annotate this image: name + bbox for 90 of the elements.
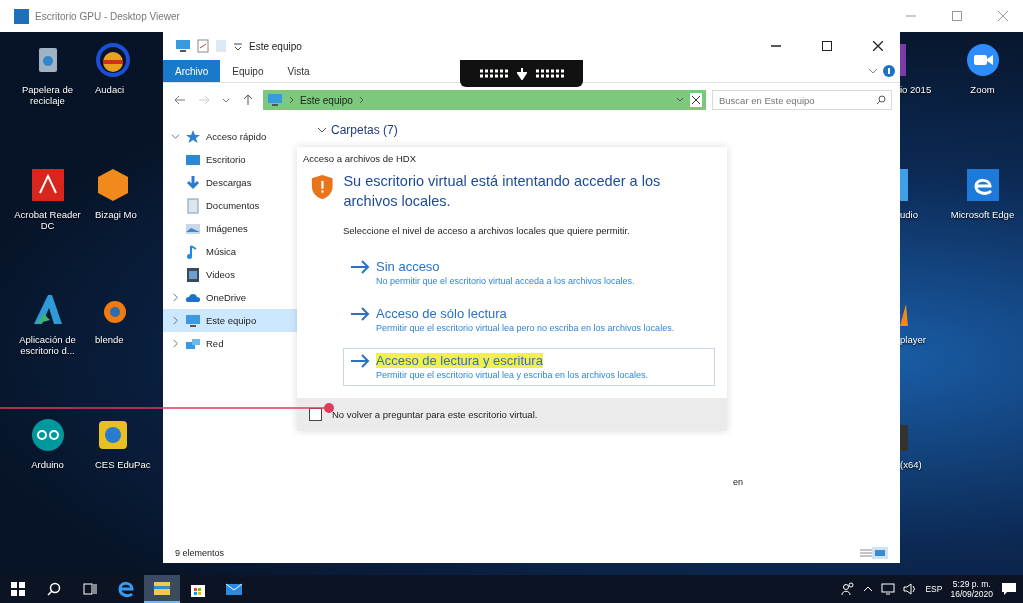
star-icon: [185, 128, 201, 145]
shortcut-label[interactable]: Acrobat Reader DC: [7, 209, 88, 232]
download-icon: [185, 174, 201, 191]
shield-icon: [311, 172, 334, 202]
shortcut-label[interactable]: CES EduPac: [95, 459, 151, 471]
speaker-icon[interactable]: [903, 583, 918, 595]
grip-icon[interactable]: [478, 68, 509, 79]
shortcut-label[interactable]: Arduino: [31, 459, 64, 471]
separator-chevron-icon[interactable]: [358, 96, 364, 104]
app-shortcut-icon: [900, 42, 906, 78]
shortcut-label[interactable]: Aplicación de escritorio d...: [7, 334, 88, 357]
group-header[interactable]: Carpetas (7): [331, 123, 398, 137]
arrow-right-icon: [350, 352, 370, 369]
pc-icon: [185, 312, 201, 329]
search-icon[interactable]: [47, 582, 61, 596]
shortcut-label[interactable]: Papelera de reciclaje: [7, 84, 88, 107]
arrow-right-icon: [350, 305, 370, 322]
chevron-icon[interactable]: [317, 125, 327, 135]
shortcut-label[interactable]: blende: [95, 334, 124, 346]
nav-item[interactable]: Este equipo: [163, 309, 297, 332]
maximize-icon[interactable]: [821, 41, 832, 51]
checkbox-label[interactable]: No volver a preguntar para este escritorio virtual.: [332, 409, 538, 421]
app-shortcut-icon: [29, 417, 66, 453]
ribbon-tab[interactable]: Vista: [275, 60, 322, 82]
nav-item[interactable]: Imágenes: [163, 217, 297, 240]
pc-icon: [267, 92, 283, 108]
chevron-icon[interactable]: [171, 293, 180, 302]
dialog-title: Acceso a archivos de HDX: [302, 152, 417, 166]
app-shortcut-icon: [95, 167, 131, 203]
dialog-prompt: Seleccione el nivel de acceso a archivos locales que quiere permitir.: [342, 224, 631, 239]
address-bar[interactable]: Este equipo: [263, 90, 706, 110]
shortcut-label[interactable]: io 2015: [900, 84, 932, 96]
nav-item[interactable]: Videos: [163, 263, 297, 286]
ribbon-tab[interactable]: Equipo: [220, 60, 276, 82]
nav-item[interactable]: Acceso rápido: [163, 125, 297, 148]
app-shortcut-icon: [964, 167, 1001, 203]
notification-icon[interactable]: [1001, 581, 1017, 597]
language-indicator[interactable]: ESP: [925, 584, 943, 594]
chevron-icon[interactable]: [171, 132, 180, 141]
chevron-icon[interactable]: [676, 96, 684, 104]
breadcrumb[interactable]: Este equipo: [300, 94, 353, 106]
remote-toolbar[interactable]: [460, 60, 583, 87]
dropdown-icon[interactable]: [233, 41, 243, 51]
nav-item[interactable]: Escritorio: [163, 148, 297, 171]
chevron-up-icon[interactable]: [863, 584, 874, 594]
item-label: en: [733, 477, 743, 487]
shortcut-label[interactable]: player: [900, 334, 926, 346]
nav-item[interactable]: Documentos: [163, 194, 297, 217]
app-logo-icon: [14, 8, 29, 24]
arrow-right-icon: [350, 259, 370, 276]
window-title: Este equipo: [249, 40, 303, 52]
shortcut-label[interactable]: udio: [900, 209, 918, 221]
nav-item[interactable]: OneDrive: [163, 286, 297, 309]
shortcut-label[interactable]: Zoom: [970, 84, 995, 96]
shortcut-label[interactable]: Audaci: [95, 84, 125, 96]
search-input[interactable]: Buscar en Este equipo: [712, 90, 892, 110]
close-icon[interactable]: [690, 93, 702, 107]
search-icon[interactable]: [876, 95, 886, 105]
document-icon: [185, 197, 201, 214]
app-shortcut-icon: [29, 167, 66, 203]
people-icon[interactable]: [841, 582, 856, 596]
nav-item[interactable]: Red: [163, 332, 297, 355]
access-option[interactable]: Acceso de lectura y escritura Permitir que el escritorio virtual lea y escriba en los archivos locales.: [343, 347, 715, 387]
dialog-heading: Su escritorio virtual está intentando acceder a los archivos locales.: [343, 172, 662, 211]
tiles-view-icon[interactable]: [872, 547, 888, 559]
nav-item[interactable]: Música: [163, 240, 297, 263]
status-text: 9 elementos: [175, 548, 226, 558]
access-option[interactable]: Sin acceso No permitir que el escritorio virtual acceda a los archivos locales.: [343, 254, 715, 293]
video-icon: [185, 266, 201, 283]
access-option[interactable]: Acceso de sólo lectura Permitir que el escritorio virtual lea pero no escriba en los archivos locales.: [343, 300, 715, 340]
clock[interactable]: 5:29 p. m. 16/09/2020: [950, 578, 993, 600]
shortcut-label[interactable]: (x64): [900, 459, 922, 471]
ribbon-tab[interactable]: Archivo: [163, 60, 221, 82]
shortcut-label[interactable]: Microsoft Edge: [950, 209, 1015, 221]
network-icon[interactable]: [881, 583, 896, 595]
window-title: Escritorio GPU - Desktop Viewer: [35, 10, 181, 22]
nav-item[interactable]: Descargas: [163, 171, 297, 194]
close-icon[interactable]: [872, 41, 883, 51]
pc-icon: [175, 38, 191, 54]
shortcut-label[interactable]: Bizagi Mo: [95, 209, 137, 221]
app-shortcut-icon: [95, 42, 131, 78]
down-arrow-icon[interactable]: [516, 67, 527, 80]
grip-icon[interactable]: [534, 68, 565, 79]
separator-chevron-icon: [289, 96, 294, 104]
task-view-icon[interactable]: [83, 582, 97, 596]
app-shortcut-icon: [900, 167, 908, 203]
chevron-icon[interactable]: [171, 339, 180, 348]
properties-icon[interactable]: [197, 39, 209, 53]
app-shortcut-icon: [964, 42, 1001, 78]
four-squares-icon[interactable]: [11, 582, 25, 596]
